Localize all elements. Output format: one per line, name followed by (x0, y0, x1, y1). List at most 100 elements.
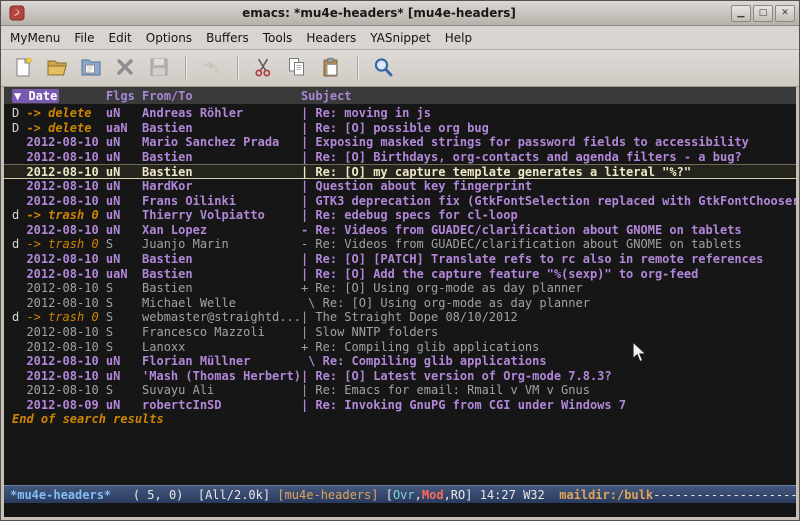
message-row[interactable]: D-> deleteuNAndreas Röhler| Re: moving i… (4, 106, 796, 121)
app-icon (9, 5, 25, 21)
new-file-button[interactable] (7, 53, 39, 83)
message-from: HardKor (142, 179, 301, 194)
message-date: 2012-08-10 (26, 340, 105, 355)
menu-mymenu[interactable]: MyMenu (3, 28, 67, 48)
header-col-from[interactable]: From/To (142, 89, 301, 103)
message-date: 2012-08-10 (26, 267, 105, 282)
message-subject: | Re: Invoking GnuPG from CGI under Wind… (301, 398, 626, 413)
menu-file[interactable]: File (67, 28, 101, 48)
modeline-segment-pl: RO (451, 488, 465, 502)
message-from: robertcInSD (142, 398, 301, 413)
message-subject: | The Straight Dope 08/10/2012 (301, 310, 518, 325)
window-title: emacs: *mu4e-headers* [mu4e-headers] (29, 6, 729, 20)
message-date: -> delete (26, 121, 105, 136)
message-subject: | Re: [O] possible org bug (301, 121, 489, 136)
message-row[interactable]: 2012-08-10SMichael Welle \ Re: [O] Using… (4, 296, 796, 311)
header-col-subject[interactable]: Subject (301, 89, 352, 103)
message-date: 2012-08-09 (26, 398, 105, 413)
message-row[interactable]: 2012-08-10SBastien+ Re: [O] Using org-mo… (4, 281, 796, 296)
sort-indicator-date[interactable]: ▼ Date (12, 89, 59, 103)
titlebar: emacs: *mu4e-headers* [mu4e-headers] ▁□✕ (1, 1, 799, 26)
message-subject: | Exposing masked strings for password f… (301, 135, 749, 150)
message-flags: S (106, 296, 142, 311)
message-row[interactable]: 2012-08-10uNMario Sanchez Prada| Exposin… (4, 135, 796, 150)
header-col-date[interactable]: ▼ Date (12, 89, 106, 103)
message-from: Bastien (142, 281, 301, 296)
message-row[interactable]: 2012-08-10uNXan Lopez- Re: Videos from G… (4, 223, 796, 238)
modeline-segment-dir: maildir:/bulk (559, 488, 653, 502)
message-subject: + Re: [O] Using org-mode as day planner (301, 281, 583, 296)
message-subject: - Re: Videos from GUADEC/clarification a… (301, 223, 742, 238)
message-date: 2012-08-10 (26, 354, 105, 369)
paste-icon (320, 56, 342, 81)
message-mark: D (12, 106, 26, 121)
menu-tools[interactable]: Tools (256, 28, 300, 48)
modeline-segment-pl: ----------------------------------------… (653, 488, 796, 502)
message-flags: S (106, 281, 142, 296)
message-flags: uN (106, 354, 142, 369)
minibuffer[interactable] (4, 503, 796, 517)
message-flags: uN (106, 179, 142, 194)
menu-headers[interactable]: Headers (299, 28, 363, 48)
toolbar-separator (237, 56, 239, 80)
menubar: MyMenuFileEditOptionsBuffersToolsHeaders… (1, 26, 799, 50)
open-file-button[interactable] (41, 53, 73, 83)
message-date: 2012-08-10 (26, 165, 105, 179)
message-row[interactable]: d-> trash 0Swebmaster@straightd...| The … (4, 310, 796, 325)
minimize-button[interactable]: ▁ (731, 5, 751, 22)
header-line: ▼ Date FlgsFrom/ToSubject (4, 87, 796, 104)
kill-buffer-button[interactable] (109, 53, 141, 83)
message-row[interactable]: 2012-08-10SLanoxx+ Re: Compiling glib ap… (4, 340, 796, 355)
message-row[interactable]: 2012-08-10uNBastien| Re: [O] [PATCH] Tra… (4, 252, 796, 267)
message-row[interactable]: 2012-08-09uNrobertcInSD| Re: Invoking Gn… (4, 398, 796, 413)
message-subject: \ Re: Compiling glib applications (301, 354, 547, 369)
toolbar (1, 50, 799, 87)
copy-button[interactable] (281, 53, 313, 83)
message-mark: d (12, 208, 26, 223)
menu-help[interactable]: Help (438, 28, 479, 48)
message-date: 2012-08-10 (26, 179, 105, 194)
close-button[interactable]: ✕ (775, 5, 795, 22)
message-subject: - Re: Videos from GUADEC/clarification a… (301, 237, 742, 252)
message-row[interactable]: d-> trash 0SJuanjo Marin- Re: Videos fro… (4, 237, 796, 252)
modeline-segment-pl: 14:27 (480, 488, 523, 502)
message-row[interactable]: 2012-08-10uaNBastien| Re: [O] Add the ca… (4, 267, 796, 282)
search-button[interactable] (367, 53, 399, 83)
message-row[interactable]: 2012-08-10uNBastien| Re: [O] Birthdays, … (4, 150, 796, 165)
message-date: -> trash 0 (26, 208, 105, 223)
message-flags: uN (106, 150, 142, 165)
message-from: Michael Welle (142, 296, 301, 311)
message-date: 2012-08-10 (26, 281, 105, 296)
message-row[interactable]: d-> trash 0uNThierry Volpiatto| Re: edeb… (4, 208, 796, 223)
message-row[interactable]: 2012-08-10uNBastien| Re: [O] my capture … (4, 164, 796, 179)
dired-button[interactable] (75, 53, 107, 83)
message-row[interactable]: 2012-08-10uNFrans Oilinki| GTK3 deprecat… (4, 194, 796, 209)
message-row[interactable]: 2012-08-10uNFlorian Müllner \ Re: Compil… (4, 354, 796, 369)
menu-edit[interactable]: Edit (102, 28, 139, 48)
header-col-flags[interactable]: Flgs (106, 89, 142, 103)
emacs-window: emacs: *mu4e-headers* [mu4e-headers] ▁□✕… (0, 0, 800, 521)
message-date: 2012-08-10 (26, 325, 105, 340)
paste-button[interactable] (315, 53, 347, 83)
message-from: Xan Lopez (142, 223, 301, 238)
message-row[interactable]: 2012-08-10SSuvayu Ali| Re: Emacs for ema… (4, 383, 796, 398)
message-subject: | Re: edebug specs for cl-loop (301, 208, 518, 223)
menu-yasnippet[interactable]: YASnippet (363, 28, 438, 48)
message-subject: | Re: [O] my capture template generates … (301, 165, 691, 179)
cut-button[interactable] (247, 53, 279, 83)
undo-button (195, 53, 227, 83)
message-from: Bastien (142, 150, 301, 165)
message-date: 2012-08-10 (26, 135, 105, 150)
message-row[interactable]: D-> deleteuaNBastien| Re: [O] possible o… (4, 121, 796, 136)
menu-options[interactable]: Options (139, 28, 199, 48)
message-mark: d (12, 310, 26, 325)
message-from: Andreas Röhler (142, 106, 301, 121)
message-row[interactable]: 2012-08-10SFrancesco Mazzoli| Slow NNTP … (4, 325, 796, 340)
message-row[interactable]: 2012-08-10uN'Mash (Thomas Herbert)| Re: … (4, 369, 796, 384)
menu-buffers[interactable]: Buffers (199, 28, 256, 48)
message-flags: uN (106, 106, 142, 121)
message-from: Suvayu Ali (142, 383, 301, 398)
message-row[interactable]: 2012-08-10uNHardKor| Question about key … (4, 179, 796, 194)
maximize-button[interactable]: □ (753, 5, 773, 22)
modeline-segment-ovr: Ovr (393, 488, 415, 502)
